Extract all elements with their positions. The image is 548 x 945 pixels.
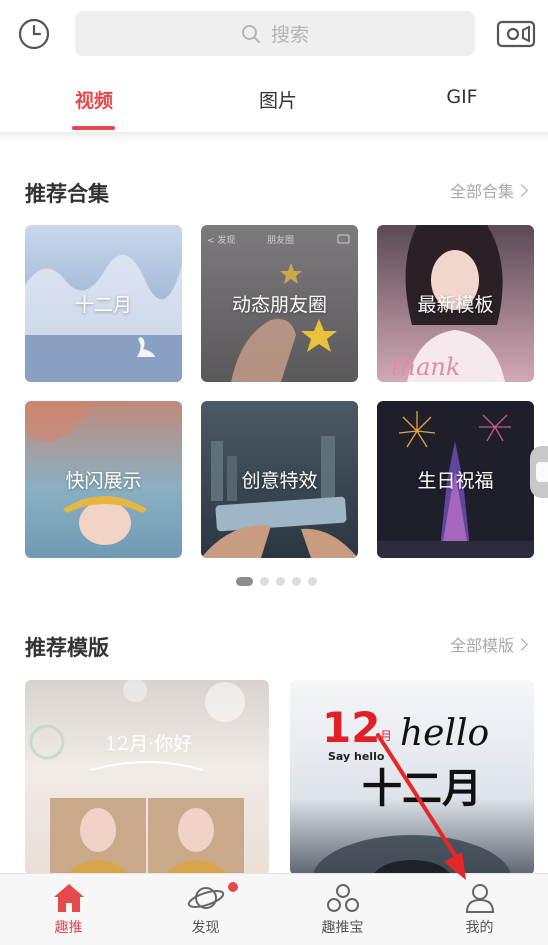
card-overlay-back: < 发现 bbox=[207, 234, 235, 246]
template-big-text: 十二月 bbox=[362, 765, 482, 812]
collections-title: 推荐合集 bbox=[25, 182, 109, 206]
tab-video[interactable]: 视频 bbox=[44, 86, 144, 113]
bottom-navigation: 趣推 发现 趣推宝 我的 bbox=[0, 873, 548, 945]
molecule-icon bbox=[326, 884, 359, 912]
carousel-dot-active bbox=[236, 577, 253, 586]
chevron-right-icon bbox=[515, 637, 528, 651]
card-label: 创意特效 bbox=[241, 470, 318, 492]
card-label: 生日祝福 bbox=[417, 470, 494, 492]
all-collections-label: 全部合集 bbox=[449, 182, 514, 201]
top-bar: 搜索 bbox=[0, 0, 548, 66]
tab-gif[interactable]: GIF bbox=[412, 86, 512, 108]
nav-home[interactable]: 趣推 bbox=[0, 874, 137, 945]
video-camera-icon[interactable] bbox=[496, 18, 536, 50]
collection-card-latest[interactable]: thank 最新模板 bbox=[377, 225, 534, 382]
nav-label: 我的 bbox=[465, 920, 494, 936]
nav-label: 趣推宝 bbox=[321, 920, 364, 936]
search-placeholder: 搜索 bbox=[270, 24, 309, 46]
template-month-small: 月 bbox=[380, 729, 392, 743]
carousel-dot bbox=[260, 577, 269, 586]
template-hello: hello bbox=[400, 713, 489, 754]
template-card-december-hello[interactable]: 12月·你好 bbox=[25, 680, 269, 875]
card-overlay-text: thank bbox=[391, 353, 460, 381]
collection-card-moments[interactable]: < 发现 朋友圈 动态朋友圈 bbox=[201, 225, 358, 382]
nav-me[interactable]: 我的 bbox=[411, 874, 548, 945]
card-label: 最新模板 bbox=[417, 294, 494, 316]
template-thumbnail: 12 月 hello Say hello 十二月 bbox=[312, 703, 512, 875]
person-icon bbox=[465, 884, 494, 913]
tab-images[interactable]: 图片 bbox=[228, 86, 328, 113]
carousel-dot bbox=[276, 577, 285, 586]
template-say-hello: Say hello bbox=[328, 750, 385, 763]
home-icon bbox=[53, 884, 84, 912]
nav-discover[interactable]: 发现 bbox=[137, 874, 274, 945]
search-icon bbox=[241, 24, 260, 43]
card-label: 快闪展示 bbox=[65, 470, 142, 492]
history-clock-icon[interactable] bbox=[17, 17, 51, 51]
nav-label: 发现 bbox=[191, 920, 220, 936]
card-label: 十二月 bbox=[74, 294, 132, 316]
collection-card-december[interactable]: 十二月 bbox=[25, 225, 182, 382]
collection-card-creative[interactable]: 创意特效 bbox=[201, 401, 358, 558]
search-input[interactable]: 搜索 bbox=[75, 11, 475, 56]
content-type-tabs: 视频 图片 GIF bbox=[0, 66, 548, 132]
planet-icon bbox=[187, 887, 224, 909]
carousel-dot bbox=[292, 577, 301, 586]
template-number: 12 bbox=[322, 703, 380, 752]
notification-dot bbox=[228, 882, 238, 892]
card-label: 动态朋友圈 bbox=[231, 294, 327, 316]
collection-card-flash[interactable]: 快闪展示 bbox=[25, 401, 182, 558]
all-collections-link[interactable]: 全部合集 bbox=[449, 178, 528, 202]
card-overlay-title: 朋友圈 bbox=[267, 234, 294, 246]
all-templates-label: 全部模版 bbox=[449, 636, 514, 655]
carousel-indicator bbox=[236, 577, 324, 586]
nav-label: 趣推 bbox=[54, 920, 83, 936]
template-overlay-text: 12月·你好 bbox=[105, 733, 192, 755]
collection-card-birthday[interactable]: 生日祝福 bbox=[377, 401, 534, 558]
carousel-dot bbox=[308, 577, 317, 586]
template-thumbnail: 12月·你好 bbox=[29, 680, 245, 875]
nav-treasure[interactable]: 趣推宝 bbox=[274, 874, 411, 945]
active-tab-indicator bbox=[72, 126, 115, 130]
all-templates-link[interactable]: 全部模版 bbox=[449, 632, 528, 656]
tabs-divider bbox=[0, 132, 548, 142]
templates-title: 推荐模版 bbox=[25, 636, 109, 660]
chevron-right-icon bbox=[515, 183, 528, 197]
template-card-hello-december[interactable]: 12 月 hello Say hello 十二月 bbox=[290, 680, 534, 875]
